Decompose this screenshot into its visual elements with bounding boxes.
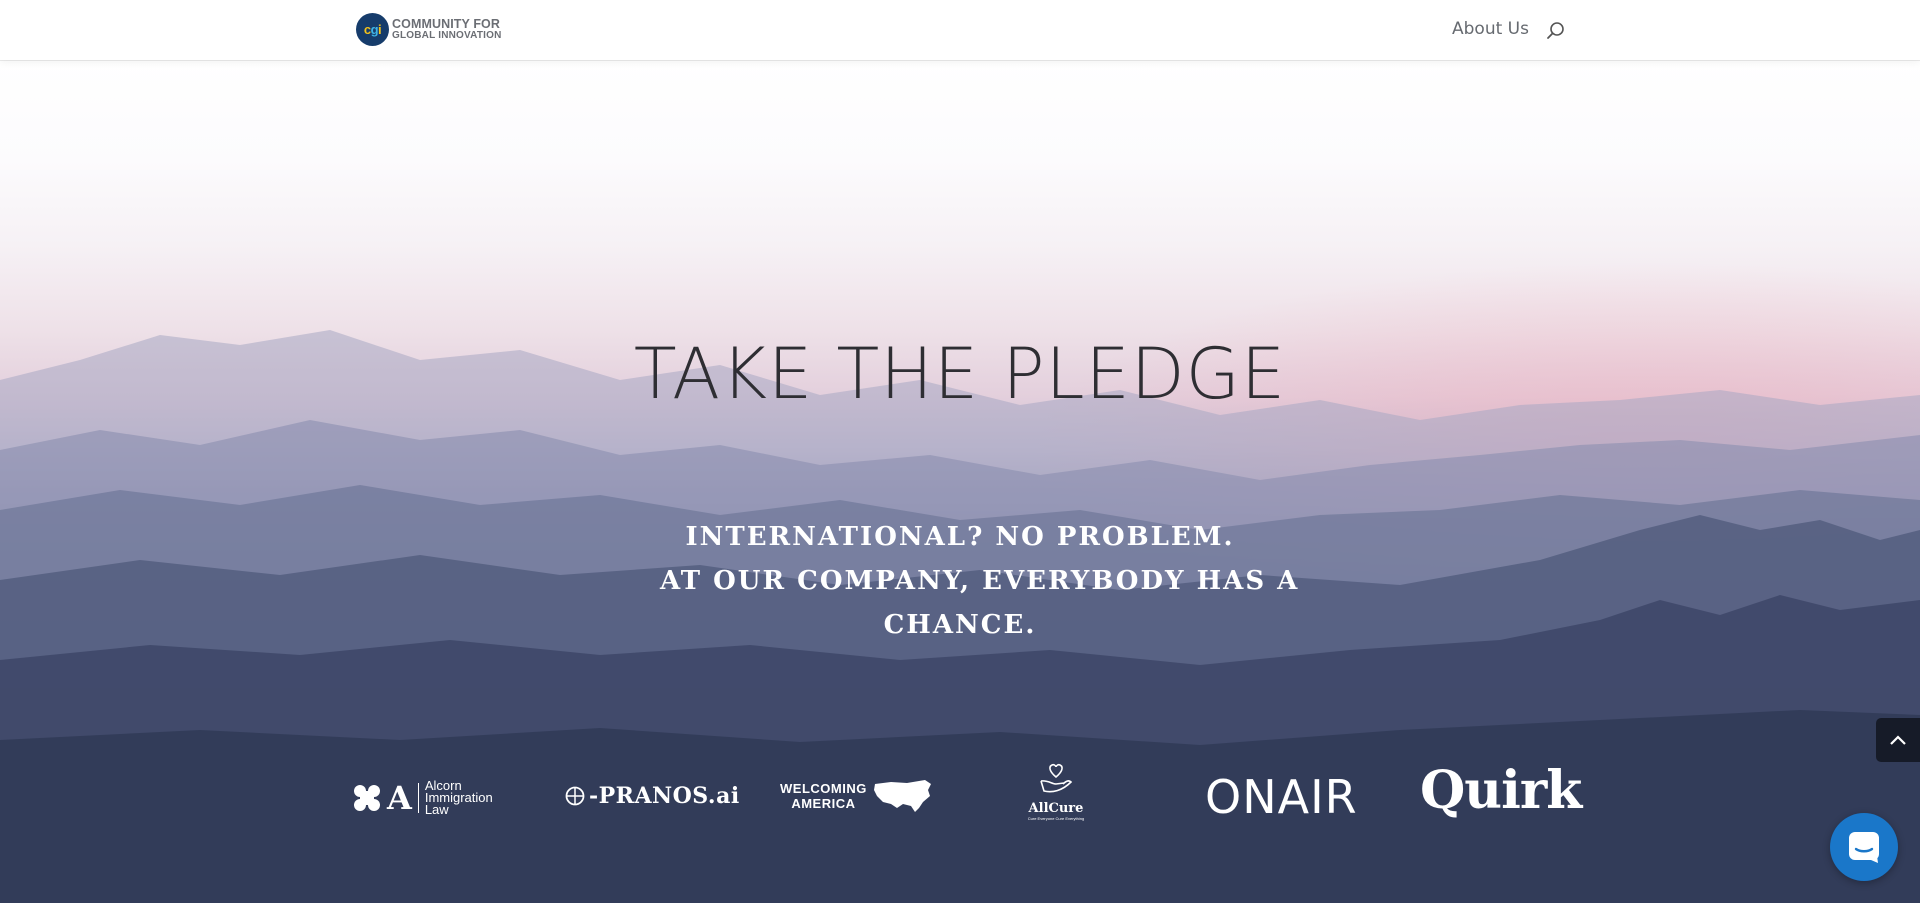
site-header: cgi COMMUNITY FOR GLOBAL INNOVATION Abou… [0,0,1920,60]
clover-icon [354,785,380,811]
back-to-top-button[interactable] [1876,718,1920,762]
site-logo[interactable]: cgi COMMUNITY FOR GLOBAL INNOVATION [356,13,502,46]
welcoming-text: WELCOMING AMERICA [780,781,867,811]
logo-line-1: COMMUNITY FOR [392,16,501,31]
logo-mark: cgi [356,13,389,46]
alcorn-text: Alcorn Immigration Law [424,779,493,817]
partner-logo-onair[interactable]: ONAIR [1205,770,1358,824]
pranos-text: -PRANOS.ai [589,783,740,809]
usa-map-icon [873,780,931,812]
chat-bubble-icon [1849,832,1879,863]
alcorn-divider [417,783,419,813]
hero-subtitle-line-1: INTERNATIONAL? NO PROBLEM. [685,522,1235,552]
hero-section: TAKE THE PLEDGE [0,60,1920,903]
hero-subtitle-line-3: CHANCE. [883,610,1037,640]
hero-title: TAKE THE PLEDGE [633,333,1287,415]
alcorn-mark: A [387,779,412,817]
globe-icon [565,786,585,806]
partner-logo-pranos[interactable]: -PRANOS.ai [565,783,740,809]
logo-mark-c: c [363,22,371,37]
logo-text: COMMUNITY FOR GLOBAL INNOVATION [392,16,502,41]
mountain-landscape [0,330,1920,903]
welcoming-line-2: AMERICA [791,796,856,811]
allcure-name: AllCure [1028,801,1084,816]
search-icon[interactable] [1546,21,1566,41]
logo-mark-i: i [378,22,382,37]
chevron-up-icon [1890,735,1906,745]
partner-logo-quirk[interactable]: Quirk [1420,760,1582,821]
logo-mark-g: g [370,22,379,37]
alcorn-line-3: Law [424,802,449,817]
partner-logo-alcorn[interactable]: A Alcorn Immigration Law [353,779,493,817]
chat-launcher-button[interactable] [1830,813,1898,881]
partner-logo-welcoming-america[interactable]: WELCOMING AMERICA [780,778,933,814]
welcoming-line-1: WELCOMING [780,781,867,796]
logo-line-2: GLOBAL INNOVATION [392,29,502,41]
partner-logo-allcure[interactable]: AllCure Cure Everyone Cure Everything [1025,763,1087,821]
hero-subtitle-line-2: AT OUR COMPANY, EVERYBODY HAS A [660,566,1300,596]
allcure-tagline: Cure Everyone Cure Everything [1027,816,1085,821]
heart-hand-icon [1040,763,1073,793]
hero-subtitle: INTERNATIONAL? NO PROBLEM. AT OUR COMPAN… [660,515,1300,647]
nav-link-about-us[interactable]: About Us [1452,19,1529,39]
